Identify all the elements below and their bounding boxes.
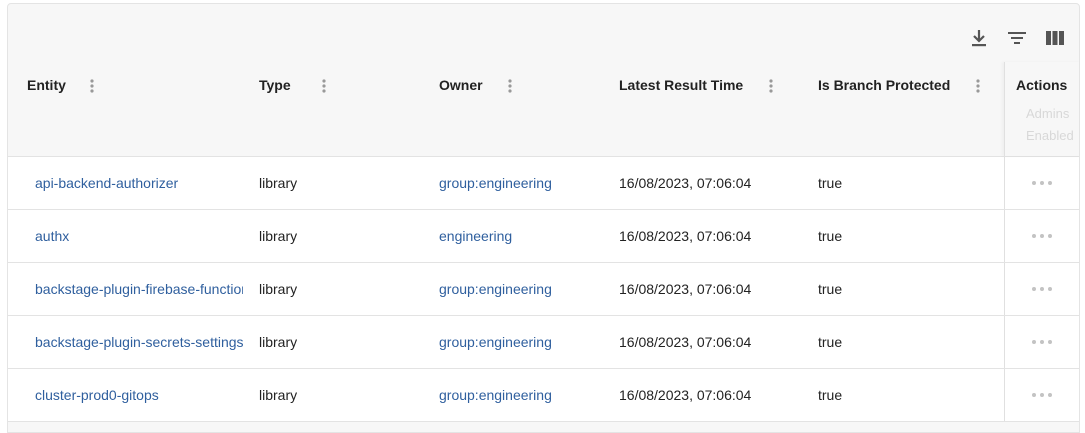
view-columns-button[interactable] bbox=[1043, 26, 1067, 50]
is-branch-protected-cell: true bbox=[818, 228, 843, 244]
table-row: api-backend-authorizer library group:eng… bbox=[8, 157, 1079, 210]
actions-column: Actions Admins Enabled bbox=[1004, 62, 1079, 156]
latest-result-time-cell: 16/08/2023, 07:06:04 bbox=[619, 281, 752, 297]
row-actions-button[interactable] bbox=[1032, 228, 1052, 244]
type-cell: library bbox=[259, 281, 298, 297]
entity-link[interactable]: cluster-prod0-gitops bbox=[35, 369, 243, 421]
entity-link[interactable]: backstage-plugin-firebase-functions bbox=[35, 263, 243, 315]
more-horiz-icon bbox=[1032, 181, 1036, 185]
column-header-actions: Actions bbox=[1016, 77, 1068, 93]
more-horiz-icon bbox=[1032, 287, 1036, 291]
owner-link[interactable]: group:engineering bbox=[439, 263, 552, 315]
type-cell: library bbox=[259, 334, 298, 350]
latest-result-time-cell: 16/08/2023, 07:06:04 bbox=[619, 175, 752, 191]
actions-ghost-label: Enabled bbox=[1026, 128, 1074, 143]
column-menu-owner[interactable] bbox=[503, 77, 517, 95]
more-vert-icon bbox=[90, 79, 94, 93]
column-menu-entity[interactable] bbox=[85, 77, 99, 95]
more-vert-icon bbox=[976, 79, 980, 93]
more-horiz-icon bbox=[1032, 340, 1036, 344]
column-header-is-branch-protected[interactable]: Is Branch Protected bbox=[818, 77, 950, 93]
column-header-entity[interactable]: Entity bbox=[27, 77, 66, 93]
latest-result-time-cell: 16/08/2023, 07:06:04 bbox=[619, 228, 752, 244]
latest-result-time-cell: 16/08/2023, 07:06:04 bbox=[619, 387, 752, 403]
view-columns-icon bbox=[1046, 31, 1064, 45]
actions-ghost-label: Admins bbox=[1026, 106, 1070, 121]
column-menu-latest-result-time[interactable] bbox=[764, 77, 778, 95]
is-branch-protected-cell: true bbox=[818, 334, 843, 350]
owner-link[interactable]: group:engineering bbox=[439, 316, 552, 368]
column-header-owner[interactable]: Owner bbox=[439, 77, 483, 93]
more-horiz-icon bbox=[1032, 393, 1036, 397]
row-actions-button[interactable] bbox=[1032, 175, 1052, 191]
actions-header: Actions Admins Enabled bbox=[1005, 62, 1079, 156]
type-cell: library bbox=[259, 175, 298, 191]
column-menu-is-branch-protected[interactable] bbox=[971, 77, 985, 95]
type-cell: library bbox=[259, 228, 298, 244]
more-vert-icon bbox=[769, 79, 773, 93]
download-button[interactable] bbox=[967, 26, 991, 50]
table-toolbar bbox=[967, 26, 1067, 50]
is-branch-protected-cell: true bbox=[818, 281, 843, 297]
row-actions-button[interactable] bbox=[1032, 334, 1052, 350]
column-header-type[interactable]: Type bbox=[259, 77, 291, 93]
latest-result-time-cell: 16/08/2023, 07:06:04 bbox=[619, 334, 752, 350]
download-icon bbox=[972, 30, 986, 47]
results-table-card: Entity Type Owner Latest Result Time Is … bbox=[7, 3, 1080, 433]
table-row: backstage-plugin-secrets-settings librar… bbox=[8, 316, 1079, 369]
table-row: authx library engineering 16/08/2023, 07… bbox=[8, 210, 1079, 263]
owner-link[interactable]: group:engineering bbox=[439, 369, 552, 421]
table-row: cluster-prod0-gitops library group:engin… bbox=[8, 369, 1079, 422]
type-cell: library bbox=[259, 387, 298, 403]
owner-link[interactable]: group:engineering bbox=[439, 157, 552, 209]
entity-link[interactable]: api-backend-authorizer bbox=[35, 157, 243, 209]
column-header-latest-result-time[interactable]: Latest Result Time bbox=[619, 77, 743, 93]
column-menu-type[interactable] bbox=[317, 77, 331, 95]
is-branch-protected-cell: true bbox=[818, 387, 843, 403]
entity-link[interactable]: authx bbox=[35, 210, 243, 262]
table-body: api-backend-authorizer library group:eng… bbox=[8, 156, 1079, 422]
owner-link[interactable]: engineering bbox=[439, 210, 512, 262]
entity-link[interactable]: backstage-plugin-secrets-settings bbox=[35, 316, 243, 368]
more-horiz-icon bbox=[1032, 234, 1036, 238]
table-header: Entity Type Owner Latest Result Time Is … bbox=[8, 62, 1079, 156]
more-vert-icon bbox=[322, 79, 326, 93]
table-row: backstage-plugin-firebase-functions libr… bbox=[8, 263, 1079, 316]
row-actions-button[interactable] bbox=[1032, 387, 1052, 403]
filter-icon bbox=[1008, 32, 1026, 44]
filter-button[interactable] bbox=[1005, 26, 1029, 50]
more-vert-icon bbox=[508, 79, 512, 93]
is-branch-protected-cell: true bbox=[818, 175, 843, 191]
row-actions-button[interactable] bbox=[1032, 281, 1052, 297]
